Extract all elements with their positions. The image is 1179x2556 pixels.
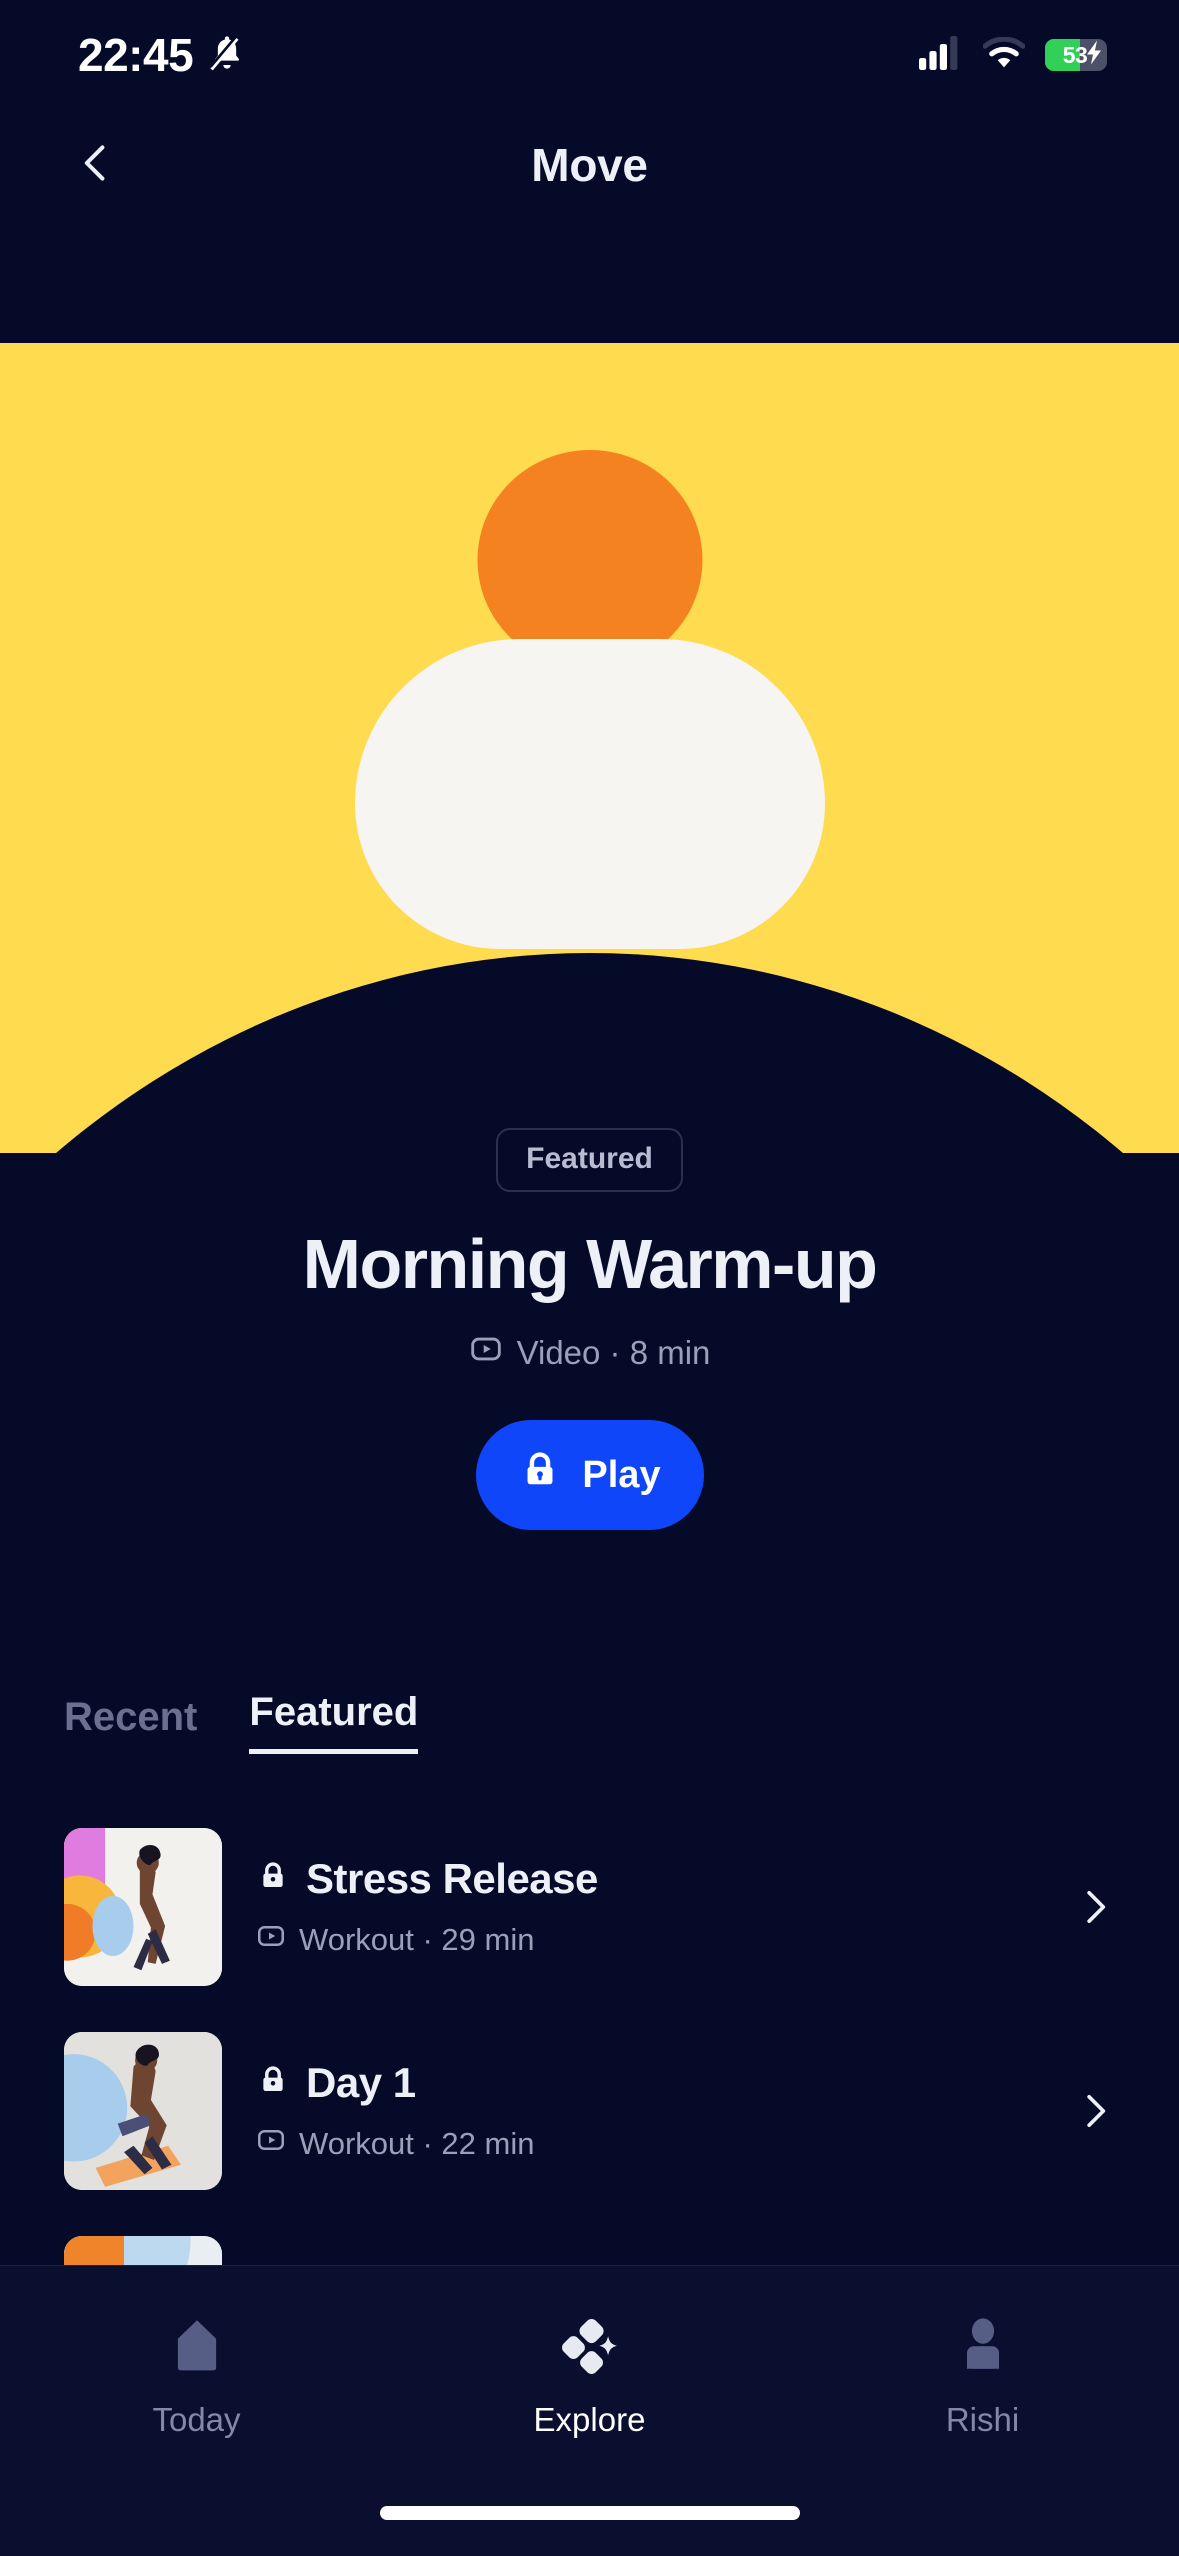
tab-bar-label-explore: Explore [533, 2401, 646, 2438]
list-item-title: Day 1 [306, 2059, 416, 2106]
featured-content: Featured Morning Warm-up Video · 8 min P… [0, 1128, 1179, 1530]
navigation-bar: Move [0, 110, 1179, 220]
list-item-meta: Workout · 29 min [256, 1921, 1037, 1959]
lock-icon [518, 1448, 562, 1502]
tab-bar-item-explore[interactable]: Explore [393, 2314, 786, 2439]
status-badge: Featured [496, 1128, 683, 1192]
list-item-meta-text: Workout · 22 min [299, 2126, 535, 2161]
content-tabs: Recent Featured [64, 1690, 419, 1754]
tab-featured[interactable]: Featured [249, 1690, 419, 1754]
figure-head [477, 450, 702, 670]
lock-icon [256, 1855, 290, 1903]
lock-icon [256, 2059, 290, 2107]
status-bar: 22:45 53 [0, 0, 1179, 110]
home-indicator [379, 2506, 800, 2520]
tab-bar-label-today: Today [152, 2401, 241, 2438]
featured-meta: Video · 8 min [0, 1332, 1179, 1374]
play-button[interactable]: Play [475, 1420, 704, 1530]
hero-illustration [0, 343, 1179, 1153]
list-item-body: Day 1 Workout · 22 min [256, 2059, 1037, 2163]
list-item-title: Stress Release [306, 1855, 598, 1902]
person-icon [952, 2314, 1014, 2381]
play-button-label: Play [582, 1453, 661, 1496]
chevron-right-icon[interactable] [1071, 1887, 1119, 1927]
back-button[interactable] [54, 123, 138, 207]
video-play-box-icon [256, 1921, 286, 1959]
thumbnail-image [64, 1828, 222, 1986]
sparkle-diamonds-icon [559, 2314, 621, 2381]
thumbnail-image [64, 2032, 222, 2190]
video-play-box-icon [256, 2125, 286, 2163]
figure-body [354, 639, 825, 949]
bottom-tab-bar: Today Explore Rishi [0, 2265, 1179, 2556]
list-item-body: Stress Release Workout · 29 min [256, 1855, 1037, 1959]
app-screen: 22:45 53 Move Featured Morning Warm-up V… [0, 0, 1179, 2556]
tab-bar-item-today[interactable]: Today [0, 2314, 393, 2439]
chevron-right-icon[interactable] [1071, 2091, 1119, 2131]
hero-bottom-arc [0, 953, 1179, 1153]
list-item[interactable]: Stress Release Workout · 29 min [0, 1805, 1179, 2009]
featured-meta-text: Video · 8 min [516, 1334, 711, 1371]
tab-bar-label-rishi: Rishi [945, 2401, 1020, 2438]
home-icon [166, 2314, 228, 2381]
list-item-meta-text: Workout · 29 min [299, 1922, 535, 1957]
status-bar-clock: 22:45 [78, 29, 194, 81]
battery-indicator: 53 [1045, 39, 1107, 71]
tab-bar-item-rishi[interactable]: Rishi [786, 2314, 1179, 2439]
wifi-icon [982, 36, 1026, 74]
cellular-signal-icon [919, 35, 963, 75]
list-item-title-row: Stress Release [256, 1855, 1037, 1903]
page-title: Move [531, 139, 648, 191]
status-bar-right: 53 [919, 35, 1107, 75]
list-item-meta: Workout · 22 min [256, 2125, 1037, 2163]
featured-title: Morning Warm-up [302, 1225, 878, 1303]
tab-recent[interactable]: Recent [64, 1695, 197, 1754]
battery-charging-bolt-icon [1087, 40, 1103, 70]
status-bar-left: 22:45 [78, 28, 247, 82]
chevron-left-icon [74, 141, 118, 190]
bell-muted-icon [207, 33, 247, 78]
video-play-box-icon [469, 1332, 503, 1374]
list-item[interactable]: Day 1 Workout · 22 min [0, 2009, 1179, 2213]
list-item-title-row: Day 1 [256, 2059, 1037, 2107]
